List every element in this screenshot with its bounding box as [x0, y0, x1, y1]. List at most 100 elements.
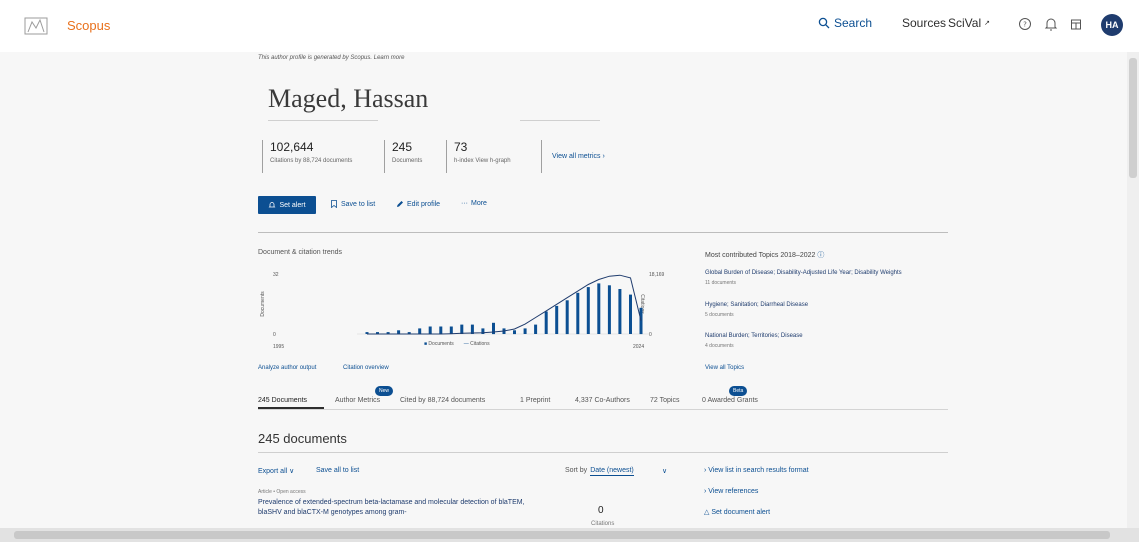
documents-bar	[607, 285, 611, 335]
documents-bar	[544, 311, 548, 334]
ellipsis-icon: ···	[461, 200, 468, 207]
chevron-down-icon[interactable]: ∨	[662, 467, 667, 475]
notification-bell-icon[interactable]	[1043, 16, 1059, 32]
tab-preprint[interactable]: 1 Preprint	[520, 397, 550, 404]
more-label: More	[471, 200, 487, 207]
documents-bar	[555, 305, 559, 334]
view-references-link[interactable]: › View references	[704, 488, 758, 495]
bell-icon: △	[704, 509, 710, 516]
tab-co-authors[interactable]: 4,337 Co-Authors	[575, 397, 630, 404]
analyze-author-output-link[interactable]: Analyze author output	[258, 365, 316, 371]
h-index-metric[interactable]: 73 h-index View h-graph	[446, 140, 511, 173]
name-divider	[268, 120, 378, 121]
sources-nav-link[interactable]: Sources	[902, 16, 946, 30]
documents-bar	[523, 328, 527, 334]
set-document-alert-link[interactable]: △ Set document alert	[704, 508, 770, 516]
section-divider	[258, 232, 948, 233]
legend-documents: ■ Documents	[424, 341, 454, 347]
help-icon[interactable]: ?	[1017, 16, 1033, 32]
documents-label: Documents	[392, 158, 423, 164]
elsevier-logo-icon[interactable]	[22, 14, 50, 38]
document-type: Article • Open access	[258, 489, 306, 495]
document-title-link[interactable]: Prevalence of extended-spectrum beta-lac…	[258, 498, 548, 518]
search-icon	[818, 17, 830, 29]
tabs-divider	[258, 409, 948, 410]
documents-bar	[576, 292, 580, 335]
documents-bar	[439, 326, 443, 334]
citation-overview-link[interactable]: Citation overview	[343, 365, 389, 371]
legend-documents-label: Documents	[428, 341, 454, 347]
profile-notice: This author profile is generated by Scop…	[258, 55, 405, 61]
documents-bar	[639, 307, 643, 335]
vertical-scroll-thumb[interactable]	[1129, 58, 1137, 178]
view-all-metrics-link[interactable]: View all metrics ›	[541, 140, 605, 173]
tab-awarded-grants[interactable]: 0 Awarded Grants	[702, 397, 758, 404]
sort-by-select[interactable]: Date (newest)	[590, 467, 634, 476]
search-nav-link[interactable]: Search	[818, 16, 872, 30]
scival-nav-label: SciVal	[948, 16, 982, 30]
citations-label: Citations by 88,724 documents	[270, 158, 353, 164]
top-navigation-bar: Scopus Search Sources SciVal ↗ ? HA	[0, 0, 1139, 52]
documents-bar	[449, 326, 453, 334]
view-all-topics-link[interactable]: View all Topics	[705, 365, 744, 371]
citations-count: 102,644	[270, 140, 314, 154]
set-alert-button[interactable]: Set alert	[258, 196, 316, 214]
sort-by-label: Sort by	[565, 467, 588, 474]
svg-text:?: ?	[1023, 21, 1027, 29]
documents-bar	[534, 324, 538, 334]
documents-heading: 245 documents	[258, 431, 347, 446]
tab-topics[interactable]: 72 Topics	[650, 397, 679, 404]
external-link-icon: ↗	[984, 20, 990, 27]
view-references-label: View references	[708, 488, 759, 495]
topic-count: 5 documents	[705, 312, 734, 318]
save-to-list-button[interactable]: Save to list	[330, 200, 375, 208]
topic-item[interactable]: Global Burden of Disease; Disability-Adj…	[705, 270, 902, 286]
y2-axis-tick-label: 0	[649, 332, 652, 338]
documents-bar	[597, 283, 601, 334]
tab-author-metrics[interactable]: Author Metrics	[335, 397, 380, 404]
set-alert-label: Set alert	[279, 201, 306, 209]
edit-profile-button[interactable]: Edit profile	[396, 200, 440, 208]
topic-count: 11 documents	[705, 280, 737, 286]
topic-item[interactable]: National Burden; Territories; Disease 4 …	[705, 333, 803, 349]
documents-count: 245	[392, 140, 413, 154]
save-to-list-label: Save to list	[341, 200, 376, 208]
legend-citations: — Citations	[463, 341, 490, 347]
h-index-value: 73	[454, 140, 468, 154]
sort-by-control[interactable]: Sort by Date (newest)	[565, 467, 634, 476]
edit-profile-label: Edit profile	[407, 200, 441, 208]
documents-metric[interactable]: 245 Documents	[384, 140, 422, 173]
y-axis-tick-label: 32	[273, 272, 279, 278]
scopus-brand-link[interactable]: Scopus	[67, 18, 110, 33]
documents-bar	[428, 326, 432, 334]
tab-documents[interactable]: 245 Documents	[258, 397, 307, 404]
author-name: Maged, Hassan	[268, 84, 429, 113]
tab-cited-by[interactable]: Cited by 88,724 documents	[400, 397, 485, 404]
citations-metric[interactable]: 102,644 Citations by 88,724 documents	[262, 140, 352, 173]
y-axis-label: Documents	[260, 291, 266, 317]
documents-bar	[460, 324, 464, 334]
chevron-right-icon: ›	[704, 467, 707, 474]
sources-nav-label: Sources	[902, 16, 947, 30]
horizontal-scroll-thumb[interactable]	[14, 531, 1110, 539]
new-badge: New	[375, 386, 394, 396]
institution-icon[interactable]	[1068, 16, 1084, 32]
beta-badge: Beta	[729, 386, 748, 396]
chevron-right-icon: ›	[704, 488, 707, 495]
export-all-dropdown[interactable]: Export all ∨	[258, 467, 294, 475]
scival-nav-link[interactable]: SciVal ↗	[948, 16, 990, 30]
y-axis-tick-label: 0	[273, 332, 276, 338]
more-button[interactable]: ··· More	[461, 200, 487, 207]
y2-axis-tick-label: 18,169	[649, 272, 665, 278]
topic-name: National Burden; Territories; Disease	[705, 333, 803, 339]
info-icon[interactable]: ⓘ	[817, 252, 824, 259]
topic-item[interactable]: Hygiene; Sanitation; Diarrheal Disease 5…	[705, 302, 808, 318]
h-index-label: h-index View h-graph	[454, 158, 511, 164]
view-list-label: View list in search results format	[708, 467, 809, 474]
view-list-search-results-link[interactable]: › View list in search results format	[704, 467, 809, 474]
legend-citations-label: Citations	[470, 341, 490, 347]
user-avatar[interactable]: HA	[1101, 14, 1123, 36]
save-all-to-list-link[interactable]: Save all to list	[316, 467, 359, 474]
x-axis-tick-label: 1995	[273, 344, 284, 350]
document-citation-count: 0	[598, 505, 604, 516]
